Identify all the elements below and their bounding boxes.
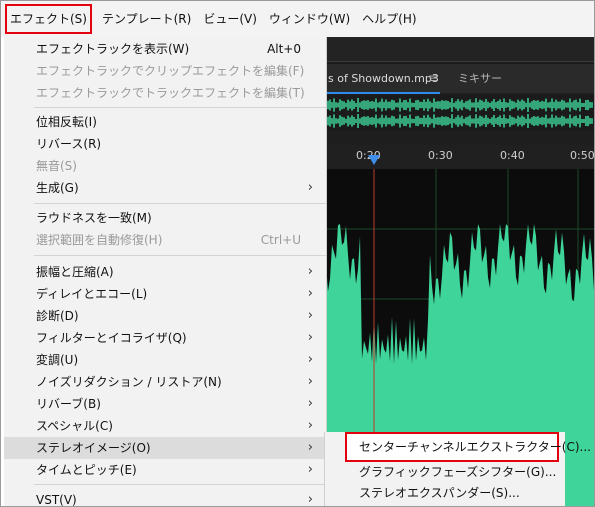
editor-tabbar: s of Showdown.mp3 ≡ ミキサー — [320, 63, 594, 94]
menu-item-vst[interactable]: VST(V) › — [4, 489, 326, 507]
menu-item-time-pitch[interactable]: タイムとピッチ(E) › — [4, 459, 326, 481]
menu-effects[interactable]: エフェクト(S) — [1, 1, 96, 37]
menu-view[interactable]: ビュー(V) — [197, 1, 263, 37]
menu-item-filter-eq[interactable]: フィルターとイコライザ(Q) › — [4, 327, 326, 349]
ruler-tick-label: 0:50 — [570, 149, 594, 162]
menu-item-special[interactable]: スペシャル(C) › — [4, 415, 326, 437]
menu-item-edit-clip-effects: エフェクトラックでクリップエフェクトを編集(F) — [4, 60, 326, 82]
menu-item-label: スペシャル(C) — [36, 419, 113, 433]
ruler-tick-label: 0:30 — [428, 149, 453, 162]
submenu-item-graphic-phase-shifter[interactable]: グラフィックフェーズシフター(G)... — [325, 461, 565, 483]
menu-item-stereo-imagery[interactable]: ステレオイメージ(O) › — [4, 437, 326, 459]
chevron-right-icon: › — [307, 286, 313, 301]
tab-audio-file[interactable]: s of Showdown.mp3 — [328, 64, 439, 94]
menu-item-shortcut: Alt+0 — [267, 42, 301, 56]
active-tab-indicator — [320, 92, 440, 94]
menu-item-label: エフェクトラックでトラックエフェクトを編集(T) — [36, 86, 305, 100]
chevron-right-icon: › — [307, 396, 313, 411]
menu-item-label: 振幅と圧縮(A) — [36, 265, 114, 279]
menu-item-label: 生成(G) — [36, 181, 79, 195]
stereo-imagery-submenu: センターチャンネルエクストラクター(C)... グラフィックフェーズシフター(G… — [325, 432, 591, 507]
chevron-right-icon: › — [307, 330, 313, 345]
menu-item-diagnostics[interactable]: 診断(D) › — [4, 305, 326, 327]
menu-window[interactable]: ウィンドウ(W) — [263, 1, 356, 37]
submenu-item-stereo-expander[interactable]: ステレオエクスパンダー(S)... — [325, 482, 565, 504]
chevron-right-icon: › — [307, 462, 313, 477]
menu-item-match-loudness[interactable]: ラウドネスを一致(M) — [4, 207, 326, 229]
chevron-right-icon: › — [307, 180, 313, 195]
menu-item-delay-echo[interactable]: ディレイとエコー(L) › — [4, 283, 326, 305]
menu-item-show-effects-rack[interactable]: エフェクトラックを表示(W) Alt+0 — [4, 38, 326, 60]
menu-item-label: 変調(U) — [36, 353, 79, 367]
chevron-right-icon: › — [307, 440, 313, 455]
submenu-item-label: センターチャンネルエクストラクター(C)... — [359, 440, 591, 454]
chevron-right-icon: › — [307, 308, 313, 323]
menu-item-label: リバーブ(B) — [36, 397, 101, 411]
menu-item-generate[interactable]: 生成(G) › — [4, 177, 326, 199]
chevron-right-icon: › — [307, 374, 313, 389]
menu-item-label: リバース(R) — [36, 137, 102, 151]
submenu-item-label: ステレオエクスパンダー(S)... — [359, 486, 520, 500]
tab-menu-icon[interactable]: ≡ — [428, 72, 440, 84]
submenu-item-label: グラフィックフェーズシフター(G)... — [359, 465, 557, 479]
submenu-item-center-channel-extractor[interactable]: センターチャンネルエクストラクター(C)... — [325, 432, 591, 462]
editor-toolbar — [320, 37, 594, 62]
menu-item-edit-track-effects: エフェクトラックでトラックエフェクトを編集(T) — [4, 82, 326, 104]
playhead-icon[interactable] — [368, 155, 380, 165]
menu-template[interactable]: テンプレート(R) — [96, 1, 197, 37]
menu-item-label: ステレオイメージ(O) — [36, 441, 151, 455]
menu-help[interactable]: ヘルプ(H) — [356, 1, 422, 37]
menu-separator — [34, 203, 326, 204]
menu-item-auto-heal: 選択範囲を自動修復(H) Ctrl+U — [4, 229, 326, 251]
effects-dropdown-menu: エフェクトラックを表示(W) Alt+0 エフェクトラックでクリップエフェクトを… — [4, 37, 327, 507]
menu-item-reverse[interactable]: リバース(R) — [4, 133, 326, 155]
menu-item-label: エフェクトラックでクリップエフェクトを編集(F) — [36, 64, 305, 78]
menu-item-label: タイムとピッチ(E) — [36, 463, 137, 477]
menu-item-modulation[interactable]: 変調(U) › — [4, 349, 326, 371]
menu-item-label: ディレイとエコー(L) — [36, 287, 148, 301]
menu-item-silence: 無音(S) — [4, 155, 326, 177]
overview-waveform[interactable] — [320, 95, 594, 131]
ruler-tick-label: 0:40 — [500, 149, 525, 162]
tab-mixer[interactable]: ミキサー — [458, 64, 502, 94]
menu-item-amplitude-compression[interactable]: 振幅と圧縮(A) › — [4, 261, 326, 283]
menu-item-shortcut: Ctrl+U — [260, 233, 301, 247]
chevron-right-icon: › — [307, 418, 313, 433]
chevron-right-icon: › — [307, 492, 313, 507]
menu-item-label: 位相反転(I) — [36, 115, 97, 129]
menu-effects-label: エフェクト(S) — [5, 4, 92, 34]
menu-item-label: VST(V) — [36, 493, 77, 507]
menu-item-label: ノイズリダクション / リストア(N) — [36, 375, 222, 389]
menu-item-label: フィルターとイコライザ(Q) — [36, 331, 187, 345]
menu-separator — [34, 255, 326, 256]
menu-item-label: 無音(S) — [36, 159, 77, 173]
menu-item-label: 選択範囲を自動修復(H) — [36, 233, 163, 247]
menu-separator — [34, 107, 326, 108]
menu-item-label: ラウドネスを一致(M) — [36, 211, 152, 225]
menu-separator — [34, 484, 326, 485]
menu-item-label: 診断(D) — [36, 309, 79, 323]
menu-item-noise-reduction[interactable]: ノイズリダクション / リストア(N) › — [4, 371, 326, 393]
chevron-right-icon: › — [307, 264, 313, 279]
menu-item-reverb[interactable]: リバーブ(B) › — [4, 393, 326, 415]
menu-item-label: エフェクトラックを表示(W) — [36, 42, 190, 56]
menubar: エフェクト(S) テンプレート(R) ビュー(V) ウィンドウ(W) ヘルプ(H… — [1, 1, 594, 37]
menu-item-invert[interactable]: 位相反転(I) — [4, 111, 326, 133]
time-ruler[interactable]: 0:20 0:30 0:40 0:50 — [320, 145, 594, 169]
chevron-right-icon: › — [307, 352, 313, 367]
